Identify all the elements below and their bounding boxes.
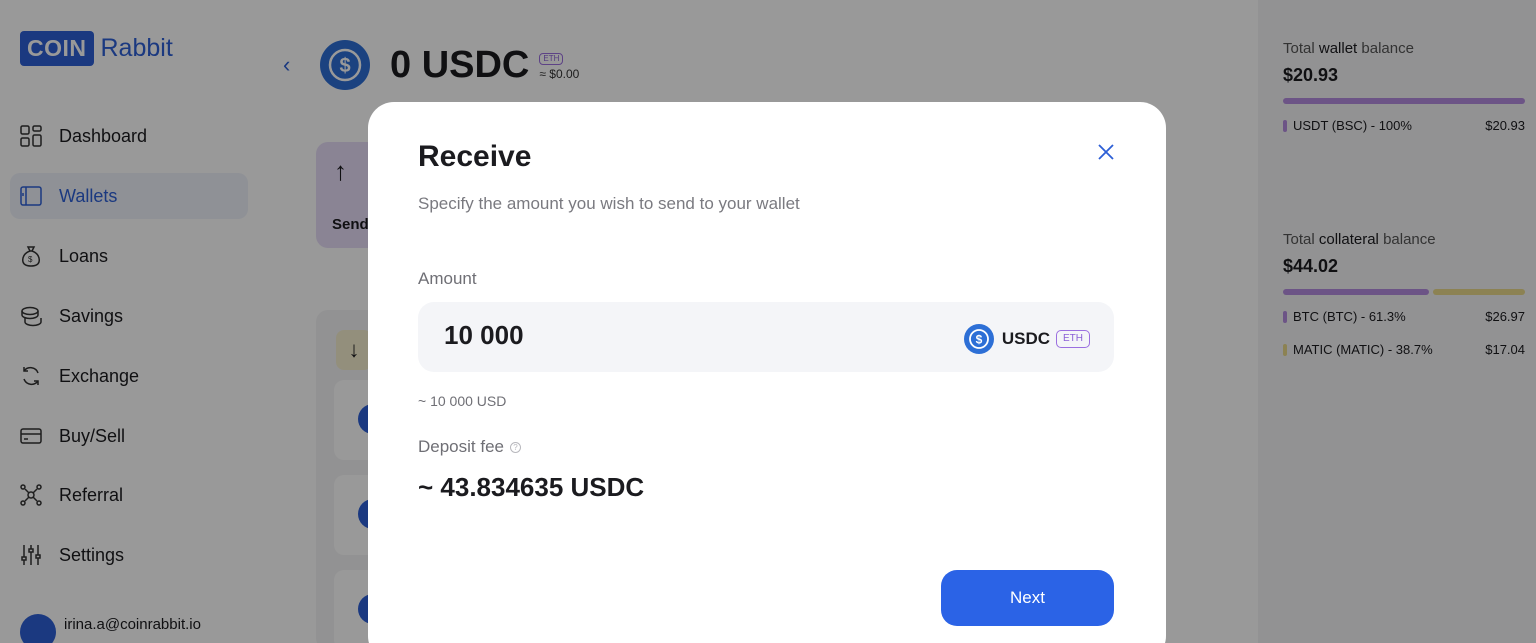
modal-title: Receive (418, 140, 532, 173)
modal-subtitle: Specify the amount you wish to send to y… (418, 194, 800, 213)
amount-field[interactable]: $ USDC ETH (418, 302, 1114, 372)
deposit-fee-label: Deposit fee ? (418, 437, 521, 457)
amount-input[interactable] (444, 320, 844, 351)
currency-name: USDC (1001, 329, 1050, 348)
amount-label: Amount (418, 269, 477, 288)
usdc-coin-icon: $ (963, 324, 994, 354)
receive-modal: Receive Specify the amount you wish to s… (368, 102, 1166, 643)
help-icon[interactable]: ? (510, 441, 521, 453)
next-button[interactable]: Next (941, 570, 1114, 626)
deposit-fee-value: ~ 43.834635 USDC (418, 472, 645, 502)
close-icon[interactable] (1094, 140, 1118, 164)
network-badge: ETH (1056, 330, 1090, 348)
svg-text:$: $ (975, 333, 982, 347)
approx-usd: ~ 10 000 USD (418, 393, 507, 409)
currency-selector: $ USDC ETH (963, 324, 1090, 354)
